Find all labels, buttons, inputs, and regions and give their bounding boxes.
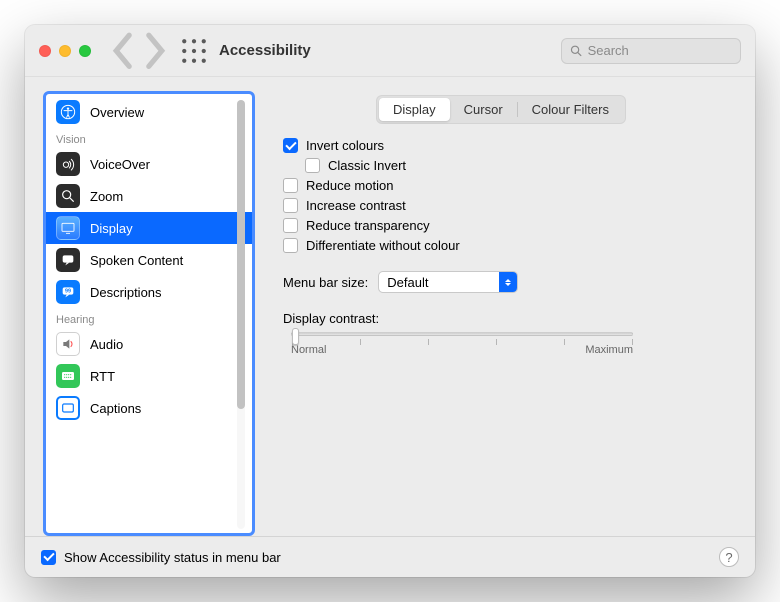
help-button[interactable]: ? — [719, 547, 739, 567]
slider-max-label: Maximum — [585, 344, 633, 356]
slider-min-label: Normal — [291, 344, 326, 356]
sidebar: Overview Vision VoiceOver Zoom Display — [43, 91, 255, 536]
menu-bar-size-label: Menu bar size: — [283, 275, 368, 290]
sidebar-item-display[interactable]: Display — [46, 212, 252, 244]
sidebar-category-vision: Vision — [46, 128, 252, 148]
rtt-icon — [56, 364, 80, 388]
descriptions-icon: 99 — [56, 280, 80, 304]
voiceover-icon — [56, 152, 80, 176]
display-contrast-slider[interactable] — [291, 332, 633, 336]
option-reduce-transparency[interactable]: Reduce transparency — [283, 218, 727, 233]
sidebar-item-captions[interactable]: Captions — [46, 392, 252, 424]
search-icon — [570, 44, 582, 57]
option-classic-invert[interactable]: Classic Invert — [305, 158, 727, 173]
sidebar-item-spoken-content[interactable]: Spoken Content — [46, 244, 252, 276]
svg-text:99: 99 — [65, 289, 71, 295]
nav-buttons — [111, 40, 167, 62]
window-title: Accessibility — [219, 42, 311, 59]
zoom-button[interactable] — [79, 45, 91, 57]
display-options: Invert colours Classic Invert Reduce mot… — [283, 138, 727, 253]
checkbox-classic-invert[interactable] — [305, 158, 320, 173]
sidebar-scrollbar[interactable] — [233, 100, 249, 529]
sidebar-item-rtt[interactable]: RTT — [46, 360, 252, 392]
tab-colour-filters[interactable]: Colour Filters — [518, 98, 623, 121]
sidebar-item-overview[interactable]: Overview — [46, 96, 252, 128]
zoom-icon — [56, 184, 80, 208]
sidebar-category-hearing: Hearing — [46, 308, 252, 328]
spoken-content-icon — [56, 248, 80, 272]
sidebar-item-descriptions[interactable]: 99 Descriptions — [46, 276, 252, 308]
minimize-button[interactable] — [59, 45, 71, 57]
display-contrast-label: Display contrast: — [283, 311, 379, 326]
option-invert-colours[interactable]: Invert colours — [283, 138, 727, 153]
accessibility-icon — [56, 100, 80, 124]
slider-thumb[interactable] — [292, 328, 299, 345]
back-button[interactable] — [111, 40, 137, 62]
toolbar: Accessibility — [25, 25, 755, 77]
sidebar-item-zoom[interactable]: Zoom — [46, 180, 252, 212]
checkbox-invert-colours[interactable] — [283, 138, 298, 153]
audio-icon — [56, 332, 80, 356]
content-area: Overview Vision VoiceOver Zoom Display — [25, 77, 755, 536]
checkbox-show-status-menubar[interactable] — [41, 550, 56, 565]
checkbox-increase-contrast[interactable] — [283, 198, 298, 213]
traffic-lights — [39, 45, 91, 57]
search-input[interactable] — [588, 43, 732, 58]
segmented-control: Display Cursor Colour Filters — [376, 95, 626, 124]
checkbox-reduce-transparency[interactable] — [283, 218, 298, 233]
tab-display[interactable]: Display — [379, 98, 450, 121]
menu-bar-size-row: Menu bar size: Default — [283, 271, 727, 293]
sidebar-item-voiceover[interactable]: VoiceOver — [46, 148, 252, 180]
sidebar-item-audio[interactable]: Audio — [46, 328, 252, 360]
display-contrast-row: Display contrast: Normal Maximum — [283, 311, 727, 356]
preferences-window: Accessibility Overview Vision VoiceOver — [25, 25, 755, 577]
search-field[interactable] — [561, 38, 741, 64]
option-increase-contrast[interactable]: Increase contrast — [283, 198, 727, 213]
option-reduce-motion[interactable]: Reduce motion — [283, 178, 727, 193]
checkbox-differentiate-without-colour[interactable] — [283, 238, 298, 253]
close-button[interactable] — [39, 45, 51, 57]
show-all-button[interactable] — [181, 40, 207, 62]
settings-panel: Display Cursor Colour Filters Invert col… — [273, 91, 737, 536]
tab-cursor[interactable]: Cursor — [450, 98, 517, 121]
forward-button[interactable] — [141, 40, 167, 62]
menu-bar-size-select[interactable]: Default — [378, 271, 518, 293]
footer-checkbox-label: Show Accessibility status in menu bar — [64, 550, 281, 565]
footer: Show Accessibility status in menu bar ? — [25, 536, 755, 577]
option-differentiate-without-colour[interactable]: Differentiate without colour — [283, 238, 727, 253]
checkbox-reduce-motion[interactable] — [283, 178, 298, 193]
display-icon — [56, 216, 80, 240]
captions-icon — [56, 396, 80, 420]
